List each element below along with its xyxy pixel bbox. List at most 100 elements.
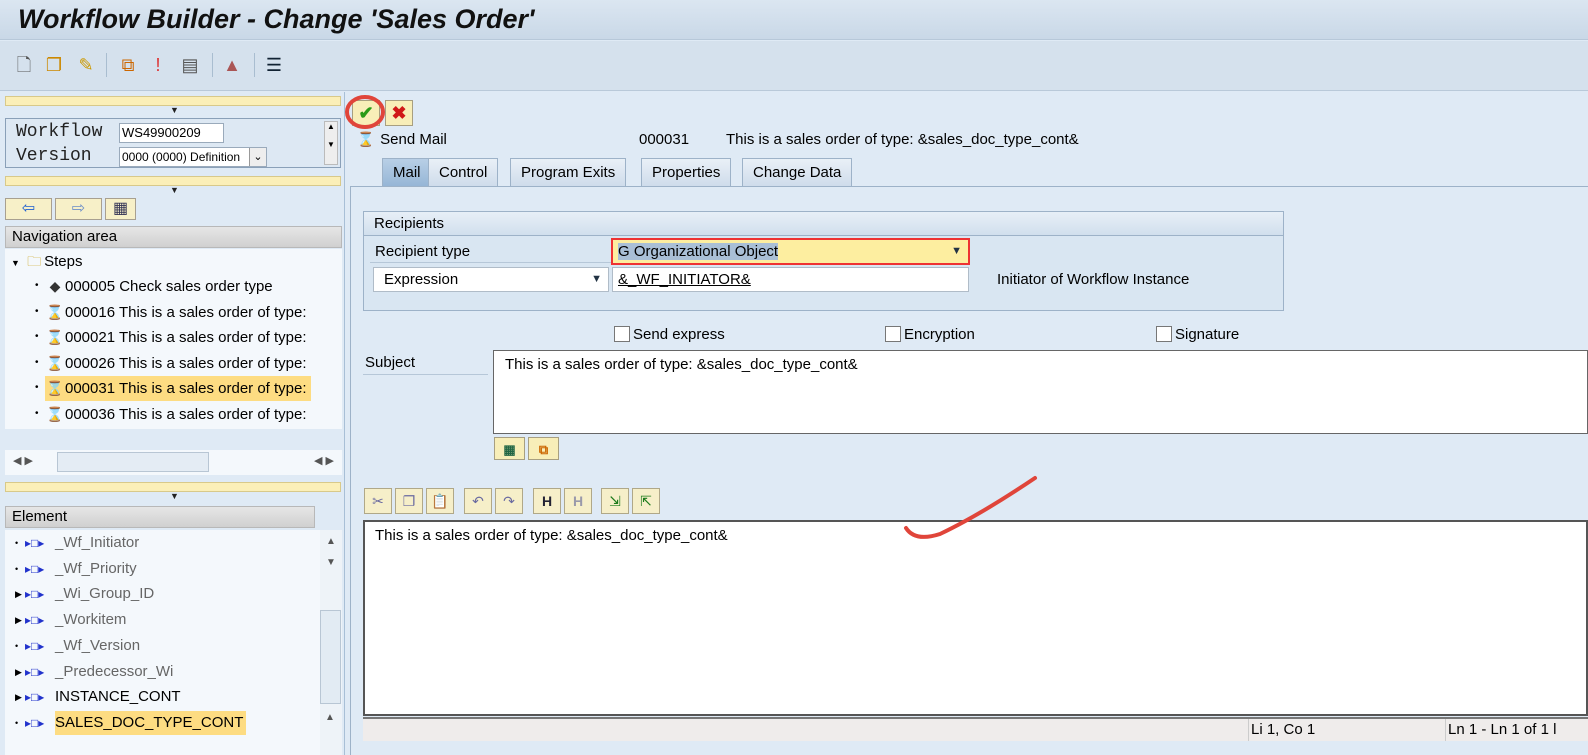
expand-caret-icon[interactable]: ▼ xyxy=(170,185,179,195)
element-label: _Workitem xyxy=(55,611,127,629)
expression-select-value: Expression xyxy=(384,271,459,288)
tab-change-data[interactable]: Change Data xyxy=(742,158,853,186)
structure-icon[interactable]: ⧉ xyxy=(116,53,140,77)
structure-button[interactable]: ⧉ xyxy=(528,437,559,460)
find-button[interactable]: H xyxy=(533,488,561,514)
copy-object-icon[interactable]: ❐ xyxy=(42,53,66,77)
cut-button[interactable]: ✂ xyxy=(364,488,392,514)
send-mail-icon: ⌛ xyxy=(46,380,64,396)
tree-node-step[interactable]: • ⌛000036 This is a sales order of type: xyxy=(5,402,342,426)
workflow-header-panel: Workflow WS49900209 Version 0000 (0000) … xyxy=(5,118,341,168)
tree-node-steps[interactable]: ▼ 🗀 Steps xyxy=(11,249,82,273)
vertical-scrollbar[interactable]: ▲ ▼ xyxy=(324,121,338,165)
container-element-icon: ▸□▸ xyxy=(25,613,45,628)
element-item[interactable]: • ▸□▸ _Wf_Priority xyxy=(5,557,320,581)
overview-button[interactable]: ▦ xyxy=(105,198,136,220)
subject-label: Subject xyxy=(365,354,416,371)
send-express-checkbox[interactable]: Send express xyxy=(614,326,725,344)
chevron-down-icon[interactable]: ⌄ xyxy=(249,148,266,166)
edit-pencil-icon[interactable]: ✎ xyxy=(74,53,98,77)
tab-control[interactable]: Control xyxy=(428,158,499,186)
insert-expression-button[interactable]: ▦ xyxy=(494,437,525,460)
recipient-type-select[interactable]: G Organizational Object ▼ xyxy=(611,238,970,265)
workflow-label: Workflow xyxy=(16,122,103,142)
undo-button[interactable]: ↶ xyxy=(464,488,492,514)
expand-caret-icon[interactable]: ▼ xyxy=(170,105,179,115)
container-element-icon: ▸□▸ xyxy=(25,664,45,679)
element-item[interactable]: • ▸□▸ SALES_DOC_TYPE_CONT xyxy=(5,710,320,735)
copy-button[interactable]: ❐ xyxy=(395,488,423,514)
tree-node-step[interactable]: • ⌛000031 This is a sales order of type: xyxy=(5,376,342,401)
display-icon[interactable]: ▤ xyxy=(178,53,202,77)
cursor-position: Li 1, Co 1 xyxy=(1251,721,1316,738)
title-bar: Workflow Builder - Change 'Sales Order' xyxy=(0,0,1588,40)
subject-textarea[interactable]: This is a sales order of type: &sales_do… xyxy=(493,350,1588,434)
element-item[interactable]: • ▸□▸ _Wf_Version xyxy=(5,634,320,658)
container-element-icon: ▸□▸ xyxy=(25,638,45,653)
activate-icon[interactable]: ! xyxy=(146,53,170,77)
element-label: _Wf_Version xyxy=(55,636,141,654)
step-label: 000036 This is a sales order of type: xyxy=(65,405,307,423)
element-scrollbar[interactable]: ▲ ▼ ▲ xyxy=(320,530,342,755)
window-title: Workflow Builder - Change 'Sales Order' xyxy=(18,4,535,34)
step-number: 000031 xyxy=(639,131,690,148)
element-label: _Wi_Group_ID xyxy=(55,585,155,603)
encryption-label: Encryption xyxy=(904,326,975,343)
element-item[interactable]: ▶ ▸□▸ _Workitem xyxy=(5,608,320,632)
send-express-label: Send express xyxy=(633,326,725,343)
hat-icon[interactable]: ▲ xyxy=(220,53,244,77)
tree-node-step[interactable]: • ⌛000021 This is a sales order of type: xyxy=(5,325,342,349)
expand-caret-icon[interactable]: ▼ xyxy=(170,491,179,501)
dropdown-arrow-icon: ▼ xyxy=(951,245,962,257)
condition-icon: ◆ xyxy=(49,278,61,294)
send-mail-icon: ⌛ xyxy=(46,329,64,345)
tab-program-exits[interactable]: Program Exits xyxy=(510,158,627,186)
steps-label: Steps xyxy=(44,253,83,270)
paste-button[interactable]: 📋 xyxy=(426,488,454,514)
forward-button[interactable]: ⇨ xyxy=(55,198,102,220)
element-item[interactable]: • ▸□▸ _Wf_Initiator xyxy=(5,531,320,555)
element-item[interactable]: ▶ ▸□▸ _Wi_Group_ID xyxy=(5,582,320,606)
send-mail-icon: ⌛ xyxy=(46,405,64,422)
horizontal-scrollbar[interactable]: ◀ ▶ ◀ ▶ xyxy=(5,450,342,475)
find-next-button[interactable]: H xyxy=(564,488,592,514)
toolbar: 🗋 ❐ ✎ ⧉ ! ▤ ▲ ☰ xyxy=(0,41,1588,91)
encryption-checkbox[interactable]: Encryption xyxy=(885,326,975,344)
navigation-area-header: Navigation area xyxy=(5,226,342,248)
import-button[interactable]: ⇲ xyxy=(601,488,629,514)
tab-properties[interactable]: Properties xyxy=(641,158,732,186)
element-item[interactable]: ▶ ▸□▸ _Predecessor_Wi xyxy=(5,660,320,684)
recipient-type-value: G Organizational Object xyxy=(618,243,779,260)
element-item[interactable]: ▶ ▸□▸ INSTANCE_CONT xyxy=(5,685,320,709)
version-select[interactable]: 0000 (0000) Definition ⌄ xyxy=(119,147,267,167)
send-mail-icon: ⌛ xyxy=(357,131,375,147)
annotation-checkmark xyxy=(904,476,1037,539)
signature-checkbox[interactable]: Signature xyxy=(1156,326,1239,344)
new-document-icon[interactable]: 🗋 xyxy=(12,53,36,77)
tree-node-step[interactable]: • ⌛000016 This is a sales order of type: xyxy=(5,300,342,324)
container-element-icon: ▸□▸ xyxy=(25,587,45,602)
step-label: 000005 Check sales order type xyxy=(65,278,273,295)
element-label: _Wf_Initiator xyxy=(55,534,140,551)
version-label: Version xyxy=(16,146,92,166)
tab-mail[interactable]: Mail xyxy=(382,158,432,186)
expression-field[interactable]: &_WF_INITIATOR& xyxy=(612,267,969,292)
version-value: 0000 (0000) Definition xyxy=(122,150,241,164)
step-description: This is a sales order of type: &sales_do… xyxy=(726,131,1079,148)
element-label: _Predecessor_Wi xyxy=(55,662,174,680)
expression-select[interactable]: Expression ▼ xyxy=(373,267,609,292)
workflow-id-field[interactable]: WS49900209 xyxy=(119,123,224,143)
list-icon[interactable]: ☰ xyxy=(262,53,286,77)
tree-node-step[interactable]: • ⌛000026 This is a sales order of type: xyxy=(5,351,342,375)
expression-description: Initiator of Workflow Instance xyxy=(997,271,1190,288)
export-button[interactable]: ⇱ xyxy=(632,488,660,514)
container-element-icon: ▸□▸ xyxy=(25,561,45,576)
cancel-button[interactable]: ✖ xyxy=(385,100,413,126)
back-button[interactable]: ⇦ xyxy=(5,198,52,220)
redo-button[interactable]: ↷ xyxy=(495,488,523,514)
tree-node-step[interactable]: • ◆ 000005 Check sales order type xyxy=(5,274,342,298)
step-label: 000016 This is a sales order of type: xyxy=(65,303,307,321)
element-label: _Wf_Priority xyxy=(55,559,137,577)
element-list: • ▸□▸ _Wf_Initiator • ▸□▸ _Wf_Priority ▶ ▸□▸ _Wi… xyxy=(5,530,320,755)
step-label: 000031 This is a sales order of type: xyxy=(65,380,307,397)
